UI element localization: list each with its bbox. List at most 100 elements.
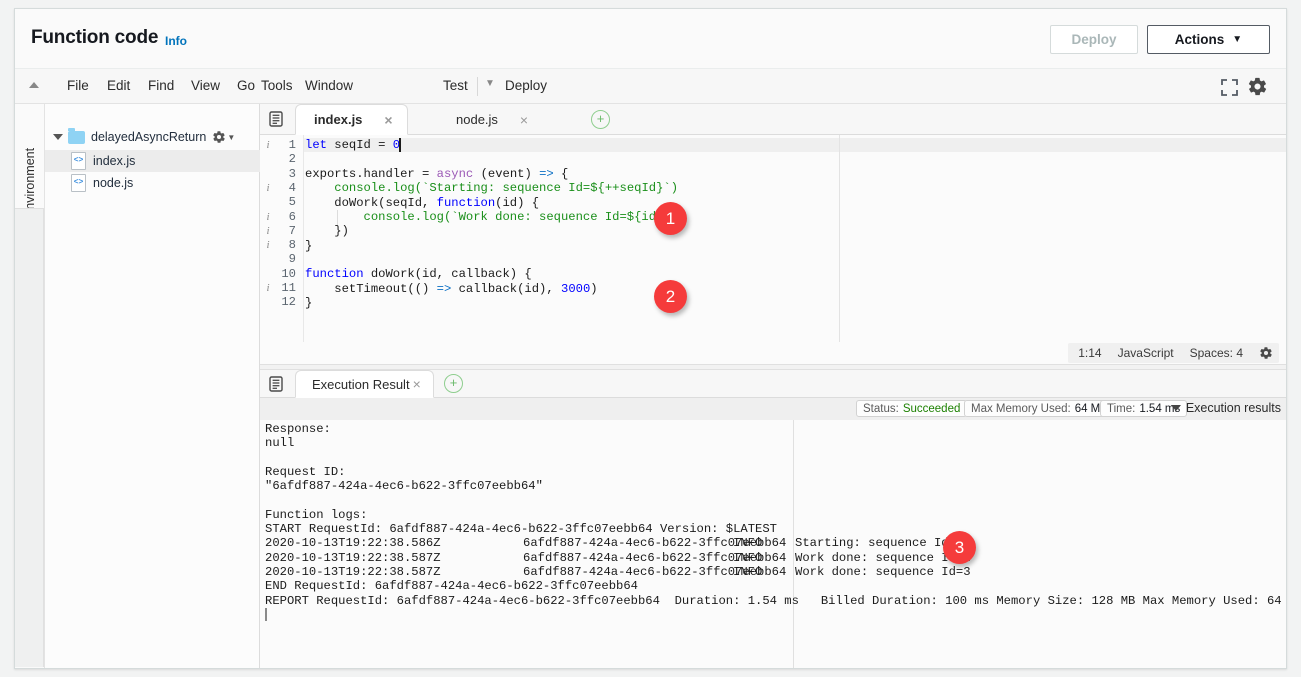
log-line: START RequestId: 6afdf887-424a-4ec6-b622… xyxy=(265,522,777,536)
log-line-segment: 2020-10-13T19:22:38.587Z xyxy=(265,551,441,565)
line-info-marker-icon[interactable]: i xyxy=(263,181,273,195)
line-number: 2 xyxy=(260,152,296,166)
tree-folder-label: delayedAsyncReturn xyxy=(91,130,206,144)
close-icon[interactable]: × xyxy=(413,377,421,391)
environment-rail-panel xyxy=(15,208,44,667)
gear-icon[interactable] xyxy=(1247,76,1268,97)
deploy-button[interactable]: Deploy xyxy=(1050,25,1138,54)
indent-setting[interactable]: Spaces: 4 xyxy=(1190,346,1243,360)
tab-label: index.js xyxy=(314,112,362,127)
execution-log[interactable]: Response:nullRequest ID:"6afdf887-424a-4… xyxy=(260,420,1287,668)
status-badge: Status: Succeeded xyxy=(856,400,967,417)
log-text-cursor xyxy=(265,608,267,621)
output-tab-list-menu-icon[interactable] xyxy=(268,375,286,393)
tree-file-label: index.js xyxy=(93,154,135,168)
line-number: 5 xyxy=(260,195,296,209)
log-line-segment: 2020-10-13T19:22:38.587Z xyxy=(265,565,441,579)
code-editor[interactable]: 1i234i56i7i8i91011i12 let seqId = 0 expo… xyxy=(260,135,1287,364)
code-content[interactable]: let seqId = 0 exports.handler = async (e… xyxy=(305,135,1287,364)
chevron-down-icon xyxy=(1171,405,1181,411)
tab-list-menu-icon[interactable] xyxy=(268,110,286,128)
menu-deploy[interactable]: Deploy xyxy=(505,78,547,93)
gear-icon[interactable] xyxy=(1259,346,1273,360)
tab-label: node.js xyxy=(456,112,498,127)
log-line-segment: INFO xyxy=(733,551,762,565)
panel-header: Function code Info Deploy Actions ▼ xyxy=(15,9,1286,69)
line-info-marker-icon[interactable]: i xyxy=(263,210,273,224)
annotation-marker-number: 3 xyxy=(955,538,964,558)
log-line-segment: Work done: sequence Id=3 xyxy=(795,565,971,579)
log-line: REPORT RequestId: 6afdf887-424a-4ec6-b62… xyxy=(265,594,1287,608)
close-icon[interactable]: × xyxy=(520,113,528,127)
annotation-marker-3: 3 xyxy=(943,531,976,564)
editor-region: index.js × node.js × + 1i234i56i7i8i9101… xyxy=(260,104,1287,668)
tree-folder-root[interactable]: delayedAsyncReturn ▼ xyxy=(45,126,260,148)
line-info-marker-icon[interactable]: i xyxy=(263,281,273,295)
annotation-marker-2: 2 xyxy=(654,280,687,313)
info-link[interactable]: Info xyxy=(165,34,187,48)
editor-status-bar: 1:14 JavaScript Spaces: 4 xyxy=(260,342,1287,364)
tab-execution-result[interactable]: Execution Result × xyxy=(295,370,434,398)
log-column-divider xyxy=(793,420,794,668)
memory-badge-label: Max Memory Used: xyxy=(971,403,1071,415)
log-line-segment: INFO xyxy=(733,565,762,579)
menu-test[interactable]: Test xyxy=(443,78,468,93)
execution-results-toggle[interactable]: Execution results xyxy=(1171,401,1281,415)
log-active-line-highlight xyxy=(260,608,1287,622)
test-dropdown-caret-icon[interactable]: ▼ xyxy=(485,78,495,89)
tab-label: Execution Result xyxy=(312,377,410,392)
line-info-marker-icon[interactable]: i xyxy=(263,238,273,252)
menu-window[interactable]: Window xyxy=(305,78,353,93)
folder-gear-caret-icon[interactable]: ▼ xyxy=(227,133,235,142)
new-output-tab-button[interactable]: + xyxy=(444,374,463,393)
tab-node-js[interactable]: node.js × xyxy=(438,104,543,135)
collapse-arrow-icon[interactable] xyxy=(29,82,39,88)
time-badge-label: Time: xyxy=(1107,403,1135,415)
code-line-4: console.log(`Starting: sequence Id=${++s… xyxy=(305,181,678,195)
menubar-divider xyxy=(477,77,478,96)
cursor-position[interactable]: 1:14 xyxy=(1078,346,1101,360)
log-line: Function logs: xyxy=(265,508,367,522)
log-line-segment: INFO xyxy=(733,536,762,550)
menu-edit[interactable]: Edit xyxy=(107,78,130,93)
menu-go[interactable]: Go xyxy=(237,78,255,93)
log-line-segment: Starting: sequence Id=5 xyxy=(795,536,963,550)
tree-file-node-js[interactable]: <> node.js xyxy=(45,172,260,194)
line-info-marker-icon[interactable]: i xyxy=(263,138,273,152)
code-line-11: setTimeout(() => callback(id), 3000) xyxy=(305,282,598,296)
fullscreen-icon[interactable] xyxy=(1221,79,1238,96)
annotation-marker-number: 2 xyxy=(666,287,675,307)
new-tab-button[interactable]: + xyxy=(591,110,610,129)
close-icon[interactable]: × xyxy=(384,113,392,127)
actions-button-label: Actions xyxy=(1175,32,1225,47)
log-line: Response: xyxy=(265,422,331,436)
menu-tools[interactable]: Tools xyxy=(261,78,293,93)
menu-find[interactable]: Find xyxy=(148,78,174,93)
line-info-marker-icon[interactable]: i xyxy=(263,224,273,238)
menu-view[interactable]: View xyxy=(191,78,220,93)
status-badge-value: Succeeded xyxy=(903,403,961,415)
environment-rail[interactable]: Environment xyxy=(15,104,45,668)
tab-index-js[interactable]: index.js × xyxy=(295,104,408,135)
execution-results-label: Execution results xyxy=(1186,401,1281,415)
status-badge-label: Status: xyxy=(863,403,899,415)
app-root: Function code Info Deploy Actions ▼ File… xyxy=(0,0,1301,677)
chevron-down-icon[interactable] xyxy=(53,134,63,140)
line-number: 3 xyxy=(260,167,296,181)
function-code-panel: Function code Info Deploy Actions ▼ File… xyxy=(14,8,1287,669)
menu-file[interactable]: File xyxy=(67,78,89,93)
file-tree-panel: delayedAsyncReturn ▼ <> index.js <> node… xyxy=(45,104,260,668)
folder-gear-icon[interactable] xyxy=(212,130,226,144)
actions-button[interactable]: Actions ▼ xyxy=(1147,25,1270,54)
language-mode[interactable]: JavaScript xyxy=(1118,346,1174,360)
code-line-8: } xyxy=(305,239,312,253)
code-line-1: let seqId = 0 xyxy=(305,138,400,152)
page-title: Function code xyxy=(31,27,158,49)
log-line: "6afdf887-424a-4ec6-b622-3ffc07eebb64" xyxy=(265,479,543,493)
output-tabstrip: Execution Result × + xyxy=(260,370,1287,398)
deploy-button-label: Deploy xyxy=(1071,32,1116,47)
log-line-segment: 2020-10-13T19:22:38.586Z xyxy=(265,536,441,550)
code-line-3: exports.handler = async (event) => { xyxy=(305,167,568,181)
tree-file-index-js[interactable]: <> index.js xyxy=(45,150,260,172)
line-number: 12 xyxy=(260,295,296,309)
